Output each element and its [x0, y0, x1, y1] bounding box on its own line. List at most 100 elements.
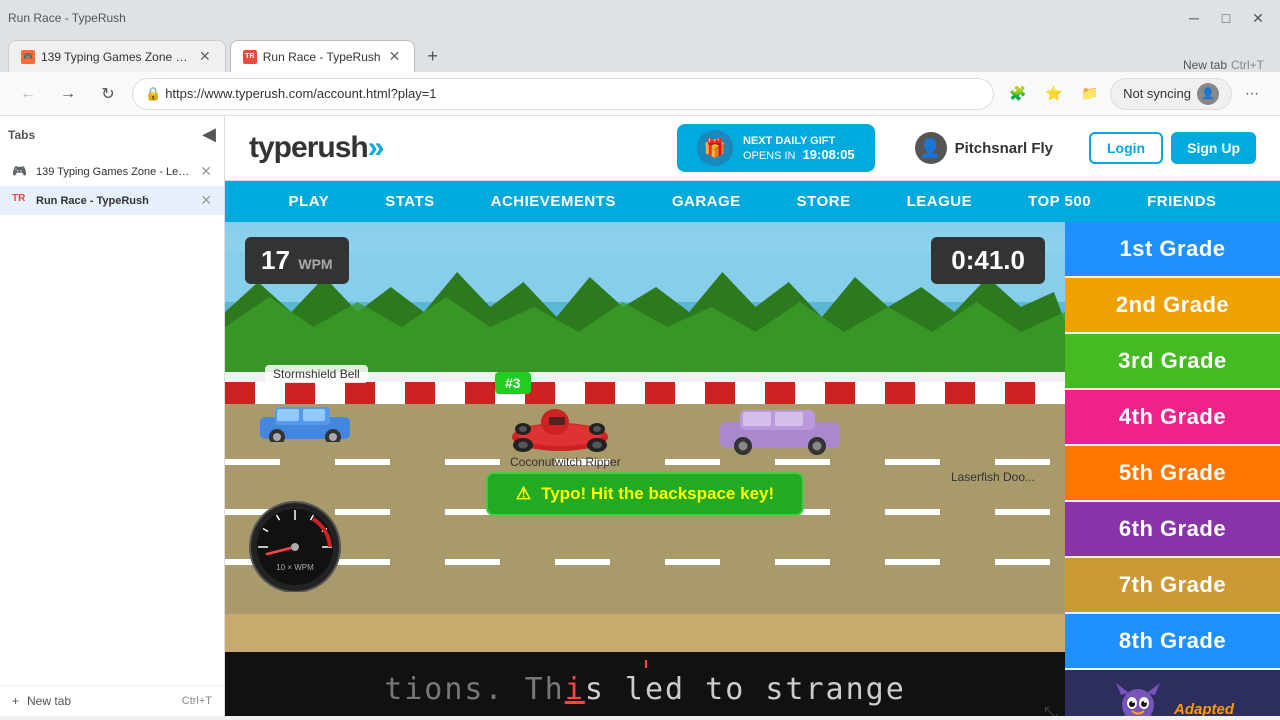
refresh-button[interactable]: ↻	[92, 78, 124, 110]
nav-achievements[interactable]: ACHIEVEMENTS	[463, 181, 644, 222]
game-scene: 17 WPM 0:41.0 Stormshield Bell	[225, 222, 1065, 652]
grade-8-button[interactable]: 8th Grade	[1065, 614, 1280, 668]
favorites-button[interactable]: ⭐	[1038, 78, 1070, 110]
wpm-value: 17	[261, 245, 290, 275]
typo-alert: ⚠ Typo! Hit the backspace key!	[486, 472, 804, 516]
adapted-mind-button[interactable]: Adapted Mind	[1065, 670, 1280, 716]
sidebar-tab-label-1: 139 Typing Games Zone - Learn...	[36, 166, 192, 178]
car-blue-container: Stormshield Bell	[255, 397, 355, 447]
nav-bar: ← → ↻ 🔒 🧩 ⭐ 📁 Not syncing 👤 ⋯	[0, 72, 1280, 116]
grade-1-button[interactable]: 1st Grade	[1065, 222, 1280, 276]
sidebar-new-tab[interactable]: + New tab Ctrl+T	[0, 685, 224, 716]
minimize-button[interactable]: ─	[1180, 4, 1208, 32]
sidebar-shortcut: Ctrl+T	[182, 695, 212, 707]
profile-button[interactable]: Not syncing 👤	[1110, 78, 1232, 110]
adapted-mind-mascot	[1111, 683, 1166, 716]
gift-container[interactable]: 🎁 NEXT DAILY GIFT OPENS IN 19:08:05	[677, 124, 875, 172]
close-button[interactable]: ✕	[1244, 4, 1272, 32]
signup-button[interactable]: Sign Up	[1171, 132, 1256, 164]
typing-area[interactable]: tions. This led to strange ⤡	[225, 652, 1065, 716]
sidebar-new-tab-label: New tab	[27, 694, 71, 708]
tab-typing-games[interactable]: 🎮 139 Typing Games Zone - Learn... ✕	[8, 40, 226, 72]
sidebar-tab-item[interactable]: 🎮 139 Typing Games Zone - Learn... ✕	[0, 157, 224, 186]
cursor-char: i	[565, 672, 585, 707]
nav-stats[interactable]: STATS	[357, 181, 462, 222]
nav-play[interactable]: PLAY	[261, 181, 358, 222]
sidebar-tabs-list: 🎮 139 Typing Games Zone - Learn... ✕ TR …	[0, 153, 224, 685]
grade-2-label: 2nd Grade	[1116, 292, 1229, 318]
grade-8-label: 8th Grade	[1119, 628, 1226, 654]
logo-rush: rush	[307, 131, 368, 165]
resize-handle[interactable]: ⤡	[1044, 705, 1057, 716]
login-button[interactable]: Login	[1089, 132, 1163, 164]
timer-value: 0:41.0	[951, 245, 1025, 275]
address-input[interactable]	[165, 86, 981, 101]
grade-6-button[interactable]: 6th Grade	[1065, 502, 1280, 556]
grade-4-label: 4th Grade	[1119, 404, 1226, 430]
browser-body: Tabs ◀ 🎮 139 Typing Games Zone - Learn..…	[0, 116, 1280, 716]
typerush-logo[interactable]: typerush»	[249, 131, 384, 165]
tab-label-2: Run Race - TypeRush	[263, 50, 381, 64]
sidebar-tab-icon-1: 🎮	[12, 164, 28, 180]
tab-typerush[interactable]: TR Run Race - TypeRush ✕	[230, 40, 416, 72]
car-purple-container	[715, 400, 845, 460]
nav-league[interactable]: LEAGUE	[879, 181, 1001, 222]
grade-7-label: 7th Grade	[1119, 572, 1226, 598]
address-bar[interactable]: 🔒	[132, 78, 994, 110]
gift-label: NEXT DAILY GIFT	[743, 135, 855, 147]
logo-chevrons: »	[368, 131, 385, 165]
new-tab-shortcut: Ctrl+T	[1231, 58, 1264, 72]
grade-3-button[interactable]: 3rd Grade	[1065, 334, 1280, 388]
browser-title: Run Race - TypeRush	[8, 11, 126, 25]
wpm-display: 17 WPM	[245, 237, 349, 284]
new-tab-label: New tab	[1183, 58, 1227, 72]
tab-close-2[interactable]: ✕	[387, 46, 403, 67]
account-icon: 👤	[915, 132, 947, 164]
new-tab-text[interactable]: New tab Ctrl+T	[1183, 58, 1264, 72]
grades-sidebar: 1st Grade 2nd Grade 3rd Grade 4th Grade …	[1065, 222, 1280, 716]
grade-5-label: 5th Grade	[1119, 460, 1226, 486]
typerush-header: typerush» 🎁 NEXT DAILY GIFT OPENS IN 19:…	[225, 116, 1280, 181]
new-tab-button[interactable]: +	[419, 42, 446, 71]
logo-text: type	[249, 131, 307, 165]
grade-2-button[interactable]: 2nd Grade	[1065, 278, 1280, 332]
wpm-label: WPM	[298, 256, 332, 272]
nav-garage[interactable]: GARAGE	[644, 181, 769, 222]
typing-text[interactable]: tions. This led to strange	[384, 672, 906, 707]
sidebar-tab-close-2[interactable]: ✕	[200, 192, 212, 209]
gift-opens-label: OPENS IN 19:08:05	[743, 147, 855, 162]
sidebar-collapse-button[interactable]: ◀	[202, 124, 216, 145]
nav-friends[interactable]: FRIENDS	[1119, 181, 1244, 222]
nav-top500[interactable]: TOP 500	[1000, 181, 1119, 222]
account-name: Pitchsnarl Fly	[955, 140, 1053, 157]
grade-5-button[interactable]: 5th Grade	[1065, 446, 1280, 500]
grade-4-button[interactable]: 4th Grade	[1065, 390, 1280, 444]
plus-icon: +	[12, 694, 19, 708]
back-button[interactable]: ←	[12, 78, 44, 110]
account-section: 👤 Pitchsnarl Fly	[915, 132, 1053, 164]
more-button[interactable]: ⋯	[1236, 78, 1268, 110]
cursor-indicator	[645, 660, 647, 668]
collections-button[interactable]: 📁	[1074, 78, 1106, 110]
grade-3-label: 3rd Grade	[1118, 348, 1226, 374]
sidebar-tab-icon-2: TR	[12, 193, 28, 209]
svg-text:10 × WPM: 10 × WPM	[276, 563, 314, 572]
grade-7-button[interactable]: 7th Grade	[1065, 558, 1280, 612]
sidebar-top: Tabs ◀	[0, 116, 224, 153]
road-dash-1	[225, 459, 1065, 465]
main-content: typerush» 🎁 NEXT DAILY GIFT OPENS IN 19:…	[225, 116, 1280, 716]
tab-close-1[interactable]: ✕	[197, 46, 213, 67]
gift-icon: 🎁	[697, 130, 733, 166]
laserfish-label: Laserfish Doo...	[951, 470, 1035, 484]
nav-store[interactable]: STORE	[769, 181, 879, 222]
extensions-button[interactable]: 🧩	[1002, 78, 1034, 110]
sidebar-tab-item-active[interactable]: TR Run Race - TypeRush ✕	[0, 186, 224, 215]
adapted-label: Adapted	[1174, 701, 1234, 716]
forward-button[interactable]: →	[52, 78, 84, 110]
maximize-button[interactable]: □	[1212, 4, 1240, 32]
sidebar-tab-close-1[interactable]: ✕	[200, 163, 212, 180]
tab-icon-1: 🎮	[21, 50, 35, 64]
gift-opens: OPENS IN	[743, 150, 796, 162]
nav-actions: 🧩 ⭐ 📁 Not syncing 👤 ⋯	[1002, 78, 1268, 110]
tab-label-1: 139 Typing Games Zone - Learn...	[41, 50, 191, 64]
